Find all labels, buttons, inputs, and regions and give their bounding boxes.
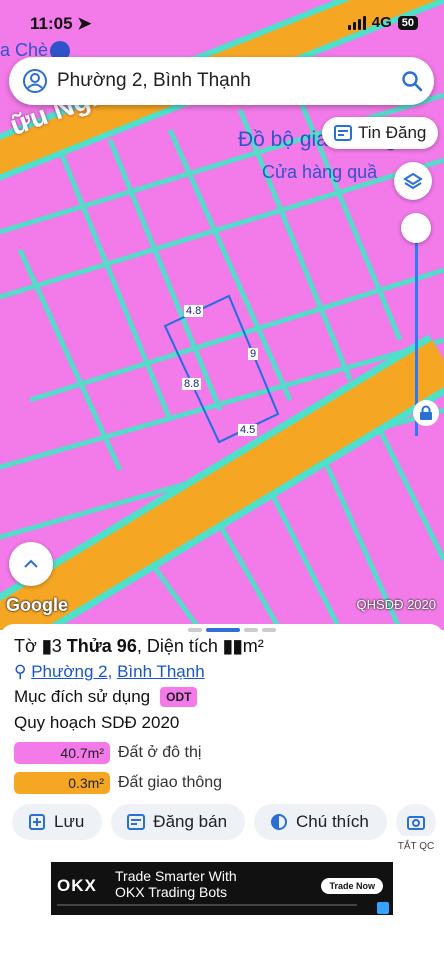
dim-left: 8.8 bbox=[182, 378, 202, 390]
poi-label-2[interactable]: Cửa hàng quầ bbox=[262, 162, 377, 183]
land-use-area: 0.3m² bbox=[14, 772, 110, 794]
chevron-up-icon bbox=[24, 559, 38, 568]
signal-icon bbox=[347, 15, 366, 30]
purpose-badge: ODT bbox=[160, 687, 198, 707]
search-input[interactable] bbox=[55, 69, 390, 93]
search-bar[interactable] bbox=[9, 57, 434, 105]
plan-title: Quy hoạch SDĐ 2020 bbox=[14, 713, 180, 732]
lock-button[interactable] bbox=[413, 400, 439, 426]
opacity-slider-handle[interactable] bbox=[401, 213, 431, 243]
district-link[interactable]: Bình Thạnh bbox=[117, 662, 205, 681]
legend-button[interactable]: Chú thích bbox=[254, 804, 387, 840]
ad-logo: OKX bbox=[57, 876, 97, 895]
action-bar: Lưu Đăng bán Chú thích bbox=[12, 804, 436, 840]
layers-button[interactable] bbox=[394, 162, 432, 200]
land-purpose: Mục đích sử dụng ODT bbox=[14, 687, 198, 707]
close-ad-button[interactable]: TẮT QC bbox=[388, 836, 444, 856]
location-arrow-icon: ➤ bbox=[77, 14, 92, 33]
parcel-title: Tờ ▮3 Thửa 96, Diện tích ▮▮m² bbox=[14, 636, 264, 656]
sell-button[interactable]: Đăng bán bbox=[111, 804, 246, 840]
ward-link[interactable]: Phường 2 bbox=[31, 662, 107, 681]
ad-info-icon[interactable] bbox=[377, 902, 389, 914]
parcel-info-sheet: Tờ ▮3 Thửa 96, Diện tích ▮▮m² ⚲ Phường 2… bbox=[0, 624, 444, 854]
ad-banner-area: OKX Trade Smarter With OKX Trading Bots T… bbox=[0, 854, 444, 960]
lock-icon bbox=[420, 405, 432, 420]
save-button[interactable]: Lưu bbox=[12, 804, 103, 840]
layers-icon bbox=[403, 172, 423, 190]
expand-sheet-button[interactable] bbox=[9, 542, 53, 586]
ad-headline: Trade Smarter With OKX Trading Bots bbox=[115, 868, 237, 900]
camera-button[interactable] bbox=[395, 804, 436, 840]
contrast-icon bbox=[271, 814, 288, 830]
sheet-handle[interactable] bbox=[188, 628, 276, 632]
land-use-row: 0.3m² Đất giao thông bbox=[14, 772, 222, 794]
status-time: 11:05 ➤ bbox=[30, 14, 92, 33]
user-icon[interactable] bbox=[15, 68, 55, 94]
listing-icon bbox=[334, 125, 352, 141]
google-logo: Google bbox=[6, 595, 68, 615]
camera-icon bbox=[406, 816, 425, 830]
network-type: 4G bbox=[371, 14, 392, 31]
ad-fineprint bbox=[57, 904, 357, 906]
pin-icon: ⚲ bbox=[14, 662, 27, 681]
listing-icon bbox=[127, 814, 146, 830]
bookmark-add-icon bbox=[29, 814, 45, 830]
dim-bottom: 4.5 bbox=[238, 424, 258, 436]
ad-cta-button[interactable]: Trade Now bbox=[321, 878, 383, 894]
land-use-label: Đất ở đô thị bbox=[118, 744, 202, 761]
parcel-address: ⚲ Phường 2, Bình Thạnh bbox=[14, 662, 205, 681]
land-use-area: 40.7m² bbox=[14, 742, 110, 764]
status-bar: 11:05 ➤ 4G 50 bbox=[0, 0, 444, 46]
dim-top: 4.8 bbox=[184, 305, 204, 317]
land-use-row: 40.7m² Đất ở đô thị bbox=[14, 742, 201, 764]
battery-icon: 50 bbox=[397, 15, 418, 30]
ad-banner[interactable]: OKX Trade Smarter With OKX Trading Bots T… bbox=[51, 862, 393, 915]
tin-dang-button[interactable]: Tin Đăng bbox=[322, 117, 439, 149]
land-use-label: Đất giao thông bbox=[118, 774, 223, 791]
search-icon[interactable] bbox=[390, 70, 434, 92]
dim-right: 9 bbox=[248, 348, 259, 360]
plan-label: QHSDĐ 2020 bbox=[356, 597, 436, 612]
